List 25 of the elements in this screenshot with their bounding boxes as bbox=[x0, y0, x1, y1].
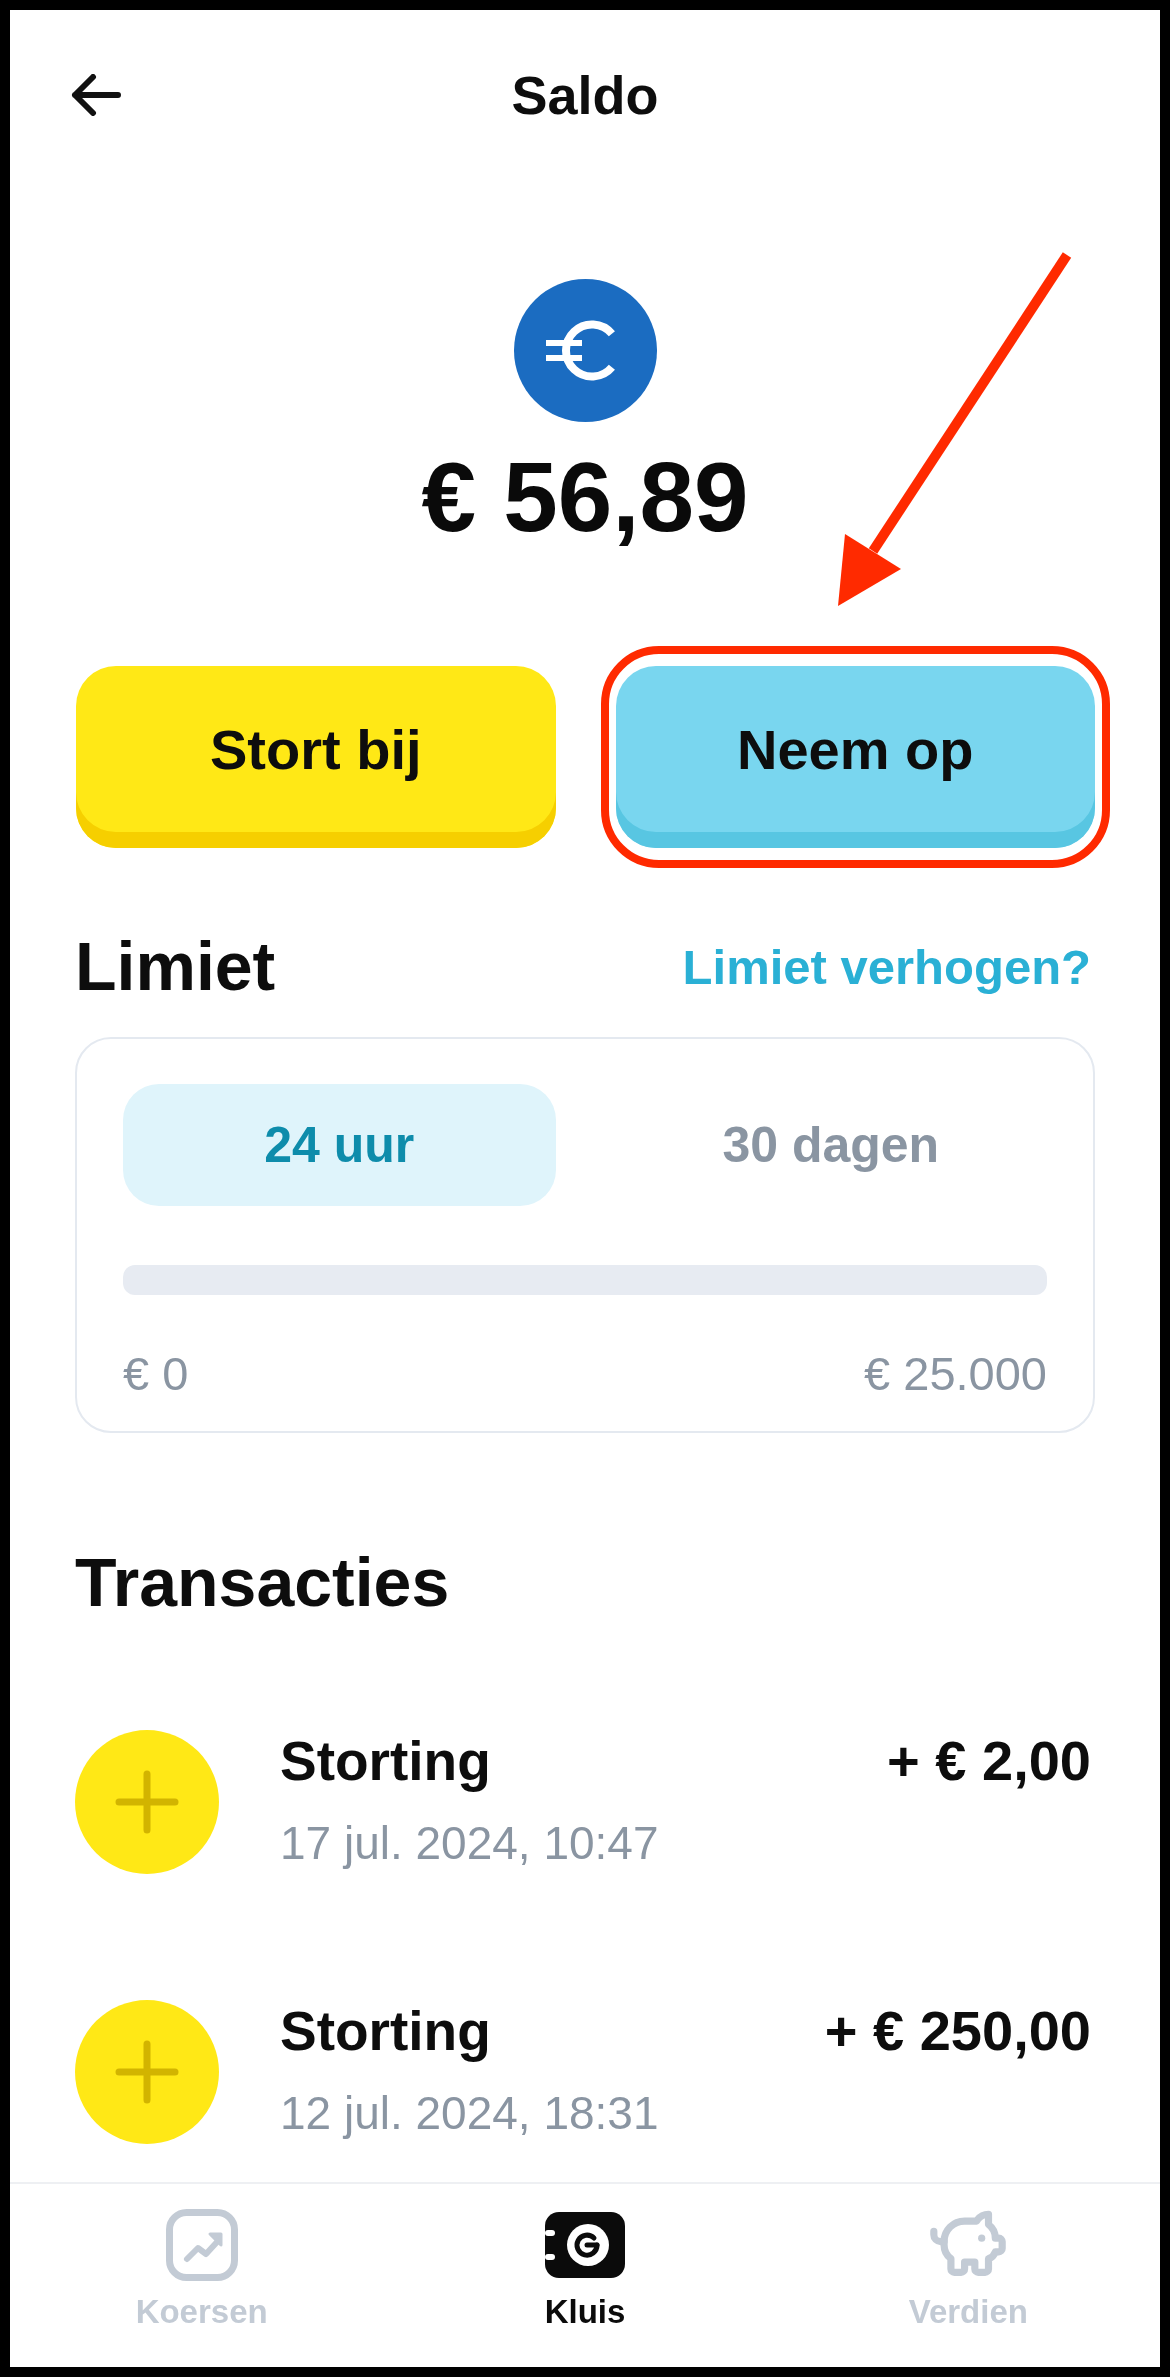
period-tab[interactable]: 24 uur bbox=[123, 1084, 556, 1206]
section-title: Limiet bbox=[75, 929, 276, 1004]
section-title: Transacties bbox=[75, 1544, 451, 1621]
plus-icon bbox=[75, 2000, 219, 2144]
transaction-title: Storting bbox=[280, 2000, 491, 2062]
transaction-date: 17 jul. 2024, 10:47 bbox=[280, 1817, 660, 1870]
arrow-left-icon bbox=[71, 74, 121, 116]
plus-icon bbox=[75, 1730, 219, 1874]
transaction-amount: + € 250,00 bbox=[824, 2000, 1091, 2062]
chart-icon bbox=[165, 2209, 238, 2281]
euro-coin-icon bbox=[513, 279, 657, 422]
withdraw-button[interactable]: Neem op bbox=[615, 666, 1095, 848]
tab-bar-item[interactable]: Kluis bbox=[544, 2208, 626, 2332]
balance-amount: € 56,89 bbox=[421, 441, 749, 554]
period-tab[interactable]: 30 dagen bbox=[614, 1084, 1047, 1206]
limit-min-label: € 0 bbox=[123, 1347, 189, 1400]
limit-max-label: € 25.000 bbox=[864, 1347, 1047, 1400]
wallet-icon bbox=[545, 2212, 625, 2278]
page-title: Saldo bbox=[511, 63, 659, 127]
transaction-title: Storting bbox=[280, 1730, 491, 1792]
deposit-button[interactable]: Stort bij bbox=[76, 666, 556, 848]
transaction-amount: + € 2,00 bbox=[887, 1730, 1091, 1792]
raise-limit-link[interactable]: Limiet verhogen? bbox=[682, 936, 1091, 997]
back-button[interactable] bbox=[71, 74, 121, 116]
transaction-date: 12 jul. 2024, 18:31 bbox=[280, 2087, 660, 2140]
